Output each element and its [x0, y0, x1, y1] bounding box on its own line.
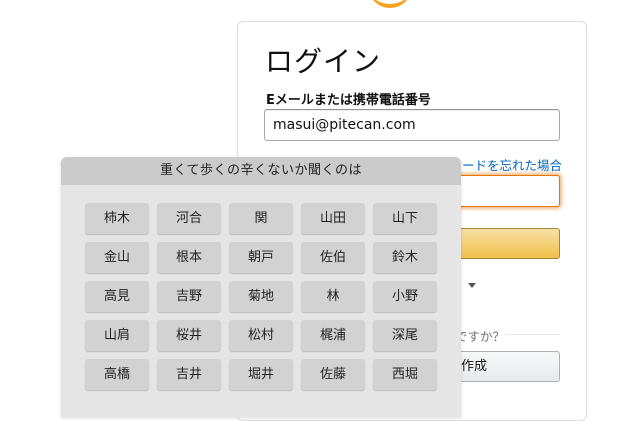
name-picker-panel: 重くて歩くの辛くないか聞くのは 柿木 河合 関 山田 山下 金山 根本 朝戸 佐…	[61, 157, 461, 417]
create-account-button[interactable]: 作成	[444, 351, 560, 382]
name-button[interactable]: 関	[229, 203, 293, 234]
name-button[interactable]: 鈴木	[373, 242, 437, 273]
email-field[interactable]	[264, 109, 560, 141]
name-button[interactable]: 小野	[373, 281, 437, 312]
divider	[505, 334, 560, 335]
new-customer-question: ですか？	[455, 329, 506, 344]
name-button[interactable]: 松村	[229, 320, 293, 351]
page-title: ログイン	[265, 45, 382, 78]
picker-title: 重くて歩くの辛くないか聞くのは	[61, 157, 461, 185]
name-button[interactable]: 高橋	[85, 359, 149, 390]
logo-icon	[368, 0, 412, 8]
name-button[interactable]: 桜井	[157, 320, 221, 351]
password-field[interactable]	[444, 175, 560, 207]
name-button[interactable]: 根本	[157, 242, 221, 273]
name-button[interactable]: 高見	[85, 281, 149, 312]
name-grid: 柿木 河合 関 山田 山下 金山 根本 朝戸 佐伯 鈴木 高見 吉野 菊地 林 …	[85, 203, 445, 390]
name-button[interactable]: 梶浦	[301, 320, 365, 351]
name-button[interactable]: 深尾	[373, 320, 437, 351]
name-button[interactable]: 林	[301, 281, 365, 312]
name-button[interactable]: 山田	[301, 203, 365, 234]
signin-button[interactable]	[444, 228, 560, 259]
name-button[interactable]: 西堀	[373, 359, 437, 390]
name-button[interactable]: 金山	[85, 242, 149, 273]
name-button[interactable]: 佐伯	[301, 242, 365, 273]
name-button[interactable]: 吉野	[157, 281, 221, 312]
name-button[interactable]: 吉井	[157, 359, 221, 390]
name-button[interactable]: 河合	[157, 203, 221, 234]
caret-down-icon[interactable]	[468, 283, 476, 288]
name-button[interactable]: 山下	[373, 203, 437, 234]
name-button[interactable]: 堀井	[229, 359, 293, 390]
forgot-password-link[interactable]: ードを忘れた場合	[462, 155, 562, 174]
name-button[interactable]: 菊地	[229, 281, 293, 312]
name-button[interactable]: 佐藤	[301, 359, 365, 390]
email-label: Eメールまたは携帯電話番号	[266, 93, 431, 108]
name-button[interactable]: 山肩	[85, 320, 149, 351]
name-button[interactable]: 朝戸	[229, 242, 293, 273]
name-button[interactable]: 柿木	[85, 203, 149, 234]
